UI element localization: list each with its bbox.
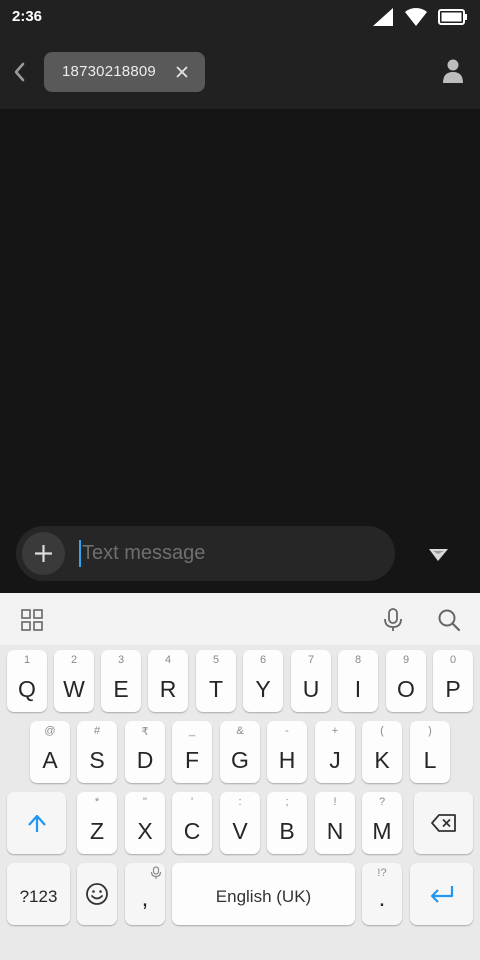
voice-input-button[interactable]: [380, 607, 406, 633]
key-d[interactable]: ₹ D: [125, 721, 165, 783]
key-b[interactable]: ; B: [267, 792, 307, 854]
smiley-icon: [86, 883, 108, 905]
text-cursor: [79, 540, 81, 567]
battery-icon: [438, 9, 467, 25]
key-q[interactable]: 1Q: [7, 650, 47, 712]
key-l[interactable]: ) L: [410, 721, 450, 783]
grid-icon: [21, 609, 43, 631]
keyboard-search-button[interactable]: [436, 607, 462, 633]
period-key[interactable]: !?.: [362, 863, 402, 925]
shift-key[interactable]: [7, 792, 66, 854]
message-input[interactable]: [80, 526, 382, 581]
key-n[interactable]: ! N: [315, 792, 355, 854]
keyboard-toolbar: [0, 593, 480, 645]
key-v[interactable]: :V: [220, 792, 260, 854]
shift-arrow-icon: [27, 814, 46, 832]
recipient-number: 18730218809: [62, 63, 156, 80]
conversation-header: 18730218809: [0, 36, 480, 109]
chevron-left-icon: [14, 62, 25, 82]
key-k[interactable]: (K: [362, 721, 402, 783]
send-button[interactable]: [424, 540, 452, 568]
recipient-chip[interactable]: 18730218809: [44, 52, 205, 92]
key-g[interactable]: & G: [220, 721, 260, 783]
status-icons: [372, 7, 468, 27]
remove-recipient-button[interactable]: [172, 62, 192, 82]
key-s[interactable]: # S: [77, 721, 117, 783]
wifi-icon: [405, 7, 427, 26]
compose-bar: [16, 526, 395, 581]
plus-icon: [35, 545, 52, 562]
key-o[interactable]: 9O: [386, 650, 426, 712]
key-j[interactable]: + J: [315, 721, 355, 783]
microphone-hint-icon: [150, 866, 162, 879]
key-z[interactable]: * Z: [77, 792, 117, 854]
add-contact-button[interactable]: [442, 58, 464, 84]
enter-arrow-icon: [430, 886, 453, 903]
key-c[interactable]: ' C: [172, 792, 212, 854]
status-bar: 2:36: [0, 0, 480, 36]
key-f[interactable]: _ F: [172, 721, 212, 783]
comma-key[interactable]: ,: [125, 863, 165, 925]
back-button[interactable]: [8, 58, 32, 86]
key-m[interactable]: ? M: [362, 792, 402, 854]
close-icon: [176, 66, 188, 78]
key-h[interactable]: -H: [267, 721, 307, 783]
backspace-key[interactable]: [414, 792, 473, 854]
conversation-area: [0, 109, 480, 593]
space-key[interactable]: English (UK): [172, 863, 355, 925]
enter-key[interactable]: [410, 863, 473, 925]
send-icon: [429, 549, 448, 561]
key-i[interactable]: 8I: [338, 650, 378, 712]
status-time: 2:36: [12, 8, 43, 25]
key-e[interactable]: 3E: [101, 650, 141, 712]
emoji-key[interactable]: [77, 863, 117, 925]
signal-icon: [373, 8, 393, 26]
key-y[interactable]: 6Y: [243, 650, 283, 712]
key-u[interactable]: 7U: [291, 650, 331, 712]
microphone-icon: [384, 608, 402, 631]
attach-button[interactable]: [22, 532, 65, 575]
apps-button[interactable]: [19, 607, 45, 633]
keyboard: 1Q 2W 3E 4R 5T 6Y 7U 8I 9O 0P @ A # S ₹ D _…: [0, 593, 480, 960]
backspace-icon: [430, 814, 456, 832]
person-icon: [443, 59, 463, 83]
key-w[interactable]: 2W: [54, 650, 94, 712]
key-x[interactable]: " X: [125, 792, 165, 854]
key-r[interactable]: 4R: [148, 650, 188, 712]
symbols-key[interactable]: ?123: [7, 863, 70, 925]
search-icon: [438, 609, 461, 632]
key-t[interactable]: 5T: [196, 650, 236, 712]
key-a[interactable]: @ A: [30, 721, 70, 783]
key-p[interactable]: 0P: [433, 650, 473, 712]
